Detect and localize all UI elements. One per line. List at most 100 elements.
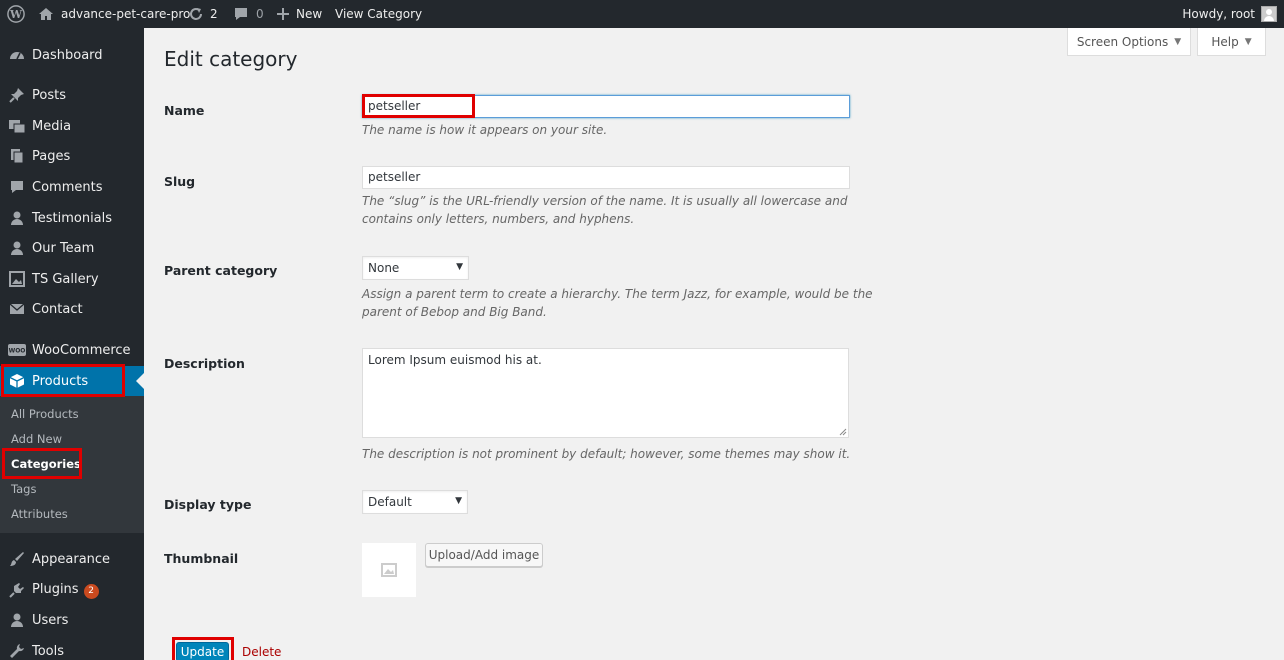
sidebar-item-label: Contact xyxy=(32,301,83,317)
plus-icon xyxy=(277,8,289,20)
admin-sidebar: Dashboard Posts Media Pages Comments Tes… xyxy=(0,28,144,660)
thumbnail-preview xyxy=(362,543,416,597)
parent-category-value: None xyxy=(368,261,400,275)
submenu-tags[interactable]: Tags xyxy=(11,482,36,496)
sidebar-item-label: Comments xyxy=(32,179,103,195)
view-category-link[interactable]: View Category xyxy=(335,0,422,28)
view-category-label: View Category xyxy=(335,7,423,21)
sidebar-item-products[interactable]: Products xyxy=(0,366,144,396)
thumbnail-label: Thumbnail xyxy=(164,551,239,566)
gallery-icon xyxy=(0,271,32,287)
submenu-all-products[interactable]: All Products xyxy=(11,407,79,421)
pin-icon xyxy=(0,87,32,103)
display-type-label: Display type xyxy=(164,497,252,512)
sidebar-item-label: WooCommerce xyxy=(32,342,131,358)
help-button[interactable]: Help ▼ xyxy=(1197,28,1266,56)
update-button[interactable]: Update xyxy=(176,642,229,660)
woo-icon: WOO xyxy=(0,343,32,357)
caret-down-icon: ▼ xyxy=(455,496,462,506)
description-hint: The description is not prominent by defa… xyxy=(362,447,851,461)
updates-count: 2 xyxy=(210,7,218,21)
name-input[interactable]: petseller xyxy=(362,95,850,118)
description-label: Description xyxy=(164,356,245,371)
sidebar-item-contact[interactable]: Contact xyxy=(0,294,144,324)
site-name: advance-pet-care-pro xyxy=(61,7,191,21)
sidebar-item-dashboard[interactable]: Dashboard xyxy=(0,40,144,70)
new-content-link[interactable]: New xyxy=(276,0,322,28)
upload-image-label: Upload/Add image xyxy=(428,548,540,562)
user-icon xyxy=(0,612,32,628)
description-textarea-value: Lorem Ipsum euismod his at. xyxy=(368,353,542,367)
person-icon xyxy=(0,210,32,226)
account-menu[interactable]: Howdy, root xyxy=(1182,0,1277,28)
plugins-update-badge: 2 xyxy=(83,583,99,599)
mail-icon xyxy=(0,301,32,317)
help-label: Help xyxy=(1211,34,1239,49)
update-label: Update xyxy=(180,645,225,659)
comment-icon xyxy=(0,179,32,195)
sidebar-item-media[interactable]: Media xyxy=(0,111,144,141)
refresh-icon xyxy=(190,8,202,20)
sidebar-item-label: Pages xyxy=(32,148,71,164)
howdy-label: Howdy, root xyxy=(1182,7,1255,21)
sidebar-item-our-team[interactable]: Our Team xyxy=(0,233,144,263)
sidebar-item-plugins[interactable]: Plugins 2 xyxy=(0,575,144,605)
upload-image-button[interactable]: Upload/Add image xyxy=(425,543,543,567)
sidebar-item-appearance[interactable]: Appearance xyxy=(0,544,144,574)
svg-text:W: W xyxy=(9,8,23,21)
sidebar-item-label: Media xyxy=(32,118,72,134)
sidebar-item-pages[interactable]: Pages xyxy=(0,141,144,171)
plugins-label: Plugins xyxy=(32,581,79,597)
media-icon xyxy=(0,118,32,134)
comment-icon xyxy=(235,8,247,20)
svg-text:WOO: WOO xyxy=(9,348,26,355)
resize-handle-icon[interactable] xyxy=(839,428,847,436)
slug-description: The “slug” is the URL-friendly version o… xyxy=(362,194,848,226)
parent-category-select[interactable]: None ▼ xyxy=(362,256,469,280)
submenu-attributes[interactable]: Attributes xyxy=(11,507,68,521)
sidebar-item-woocommerce[interactable]: WOO WooCommerce xyxy=(0,335,144,365)
sidebar-item-users[interactable]: Users xyxy=(0,605,144,635)
new-label: New xyxy=(296,7,323,21)
slug-input-value: petseller xyxy=(368,170,421,184)
caret-down-icon: ▼ xyxy=(1174,36,1182,47)
sidebar-item-label: Appearance xyxy=(32,551,111,567)
comments-link[interactable]: 0 xyxy=(233,0,264,28)
comments-count: 0 xyxy=(256,7,264,21)
dashboard-icon xyxy=(0,47,32,63)
caret-down-icon: ▼ xyxy=(1244,36,1252,47)
description-textarea[interactable]: Lorem Ipsum euismod his at. xyxy=(362,348,849,438)
page-title: Edit category xyxy=(164,47,298,71)
sidebar-item-tools[interactable]: Tools xyxy=(0,636,144,660)
sidebar-item-label: Plugins 2 xyxy=(32,582,99,599)
home-icon xyxy=(39,8,53,20)
name-label: Name xyxy=(164,103,205,118)
image-placeholder-icon xyxy=(381,563,397,577)
submenu-add-new[interactable]: Add New xyxy=(11,432,62,446)
name-description: The name is how it appears on your site. xyxy=(362,123,608,137)
parent-category-label: Parent category xyxy=(164,263,278,278)
wordpress-logo-icon[interactable]: W xyxy=(7,0,25,28)
updates-link[interactable]: 2 xyxy=(188,0,218,28)
sidebar-item-label: Users xyxy=(32,612,69,628)
person-icon xyxy=(0,240,32,256)
sidebar-item-testimonials[interactable]: Testimonials xyxy=(0,203,144,233)
sidebar-item-label: Testimonials xyxy=(32,210,113,226)
site-name-link[interactable]: advance-pet-care-pro xyxy=(38,0,190,28)
sidebar-item-label: Products xyxy=(32,373,89,389)
screen-options-label: Screen Options xyxy=(1076,34,1169,49)
box-icon xyxy=(0,373,32,389)
pages-icon xyxy=(0,148,32,164)
screen-options-button[interactable]: Screen Options ▼ xyxy=(1067,28,1191,56)
wrench-icon xyxy=(0,643,32,659)
submenu-categories[interactable]: Categories xyxy=(11,457,81,471)
sidebar-item-posts[interactable]: Posts xyxy=(0,80,144,110)
sidebar-item-comments[interactable]: Comments xyxy=(0,172,144,202)
slug-input[interactable]: petseller xyxy=(362,166,850,189)
parent-category-description: Assign a parent term to create a hierarc… xyxy=(362,287,873,319)
sidebar-item-label: TS Gallery xyxy=(32,271,99,287)
brush-icon xyxy=(0,551,32,567)
display-type-select[interactable]: Default ▼ xyxy=(362,490,468,514)
sidebar-item-ts-gallery[interactable]: TS Gallery xyxy=(0,264,144,294)
delete-link[interactable]: Delete xyxy=(242,645,281,659)
